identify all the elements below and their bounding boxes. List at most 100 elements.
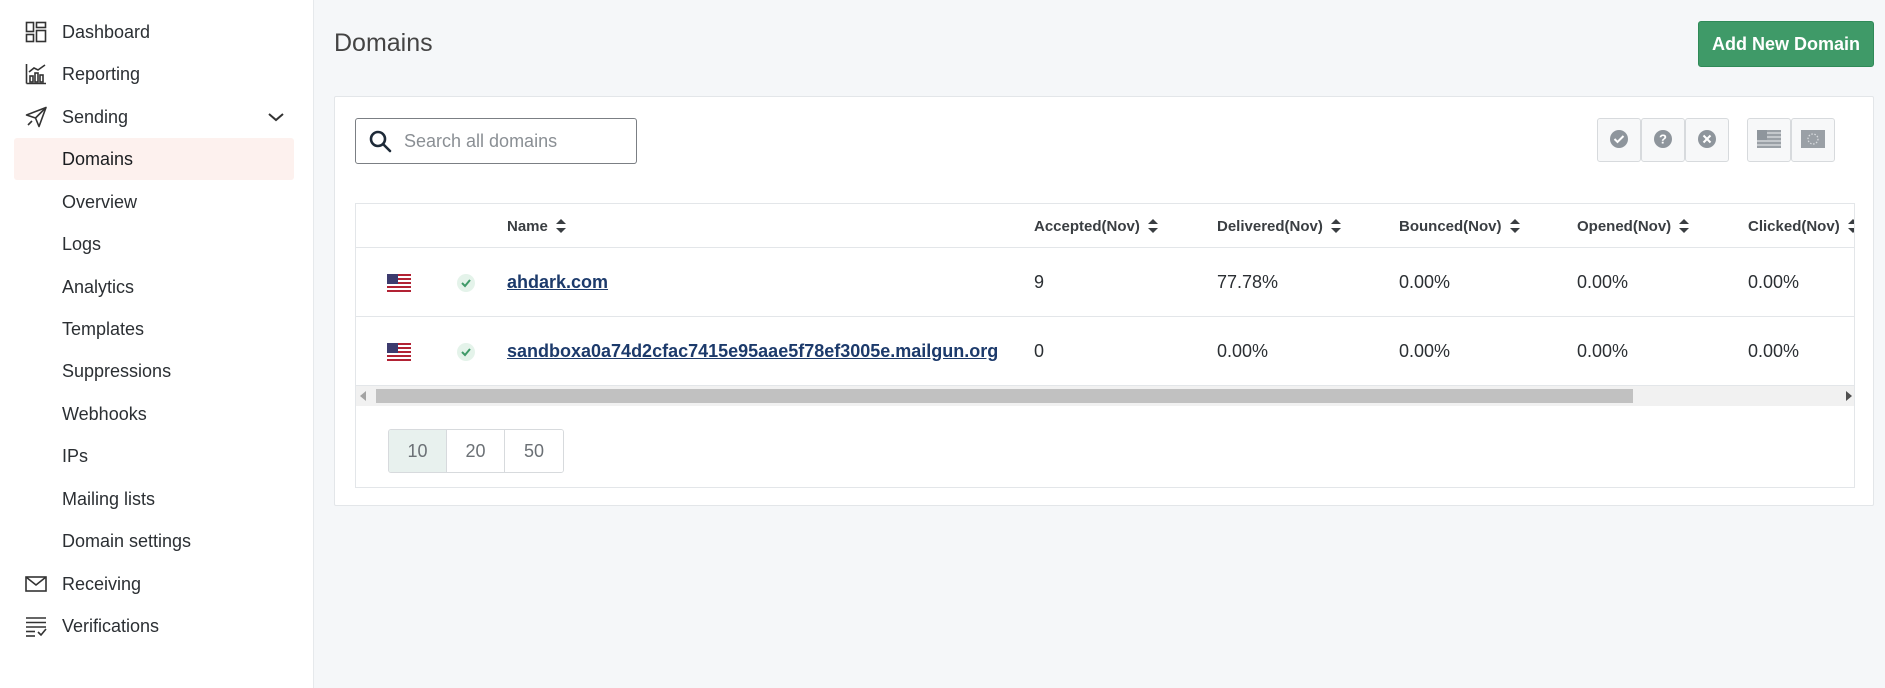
sidebar-item-domain-settings[interactable]: Domain settings <box>14 520 294 562</box>
filter-us-region-button[interactable] <box>1747 118 1791 162</box>
sidebar-item-dashboard[interactable]: Dashboard <box>14 11 294 53</box>
domains-panel: ? Name <box>334 96 1874 506</box>
table-row: sandboxa0a74d2cfac7415e95aae5f78ef3005e.… <box>356 317 1854 386</box>
column-label: Clicked(Nov) <box>1748 217 1840 235</box>
sidebar-item-analytics[interactable]: Analytics <box>14 266 294 308</box>
page-size-selector: 10 20 50 <box>388 429 564 473</box>
sidebar-item-label: Overview <box>62 191 138 212</box>
column-label: Bounced(Nov) <box>1399 217 1502 235</box>
sidebar-item-label: Webhooks <box>62 403 147 424</box>
sort-icon <box>1330 219 1341 233</box>
sidebar-item-mailing-lists[interactable]: Mailing lists <box>14 478 294 520</box>
accepted-cell: 9 <box>1034 272 1045 292</box>
column-header-bounced[interactable]: Bounced(Nov) <box>1399 204 1520 248</box>
column-label: Delivered(Nov) <box>1217 217 1323 235</box>
sidebar-item-templates[interactable]: Templates <box>14 308 294 350</box>
sort-icon <box>1679 219 1690 233</box>
checklist-icon <box>24 614 48 638</box>
svg-text:?: ? <box>1659 131 1667 146</box>
verified-check-icon <box>457 342 475 361</box>
column-label: Name <box>507 217 548 235</box>
column-label: Accepted(Nov) <box>1034 217 1140 235</box>
dashboard-icon <box>24 20 48 44</box>
filter-eu-region-button[interactable] <box>1791 118 1835 162</box>
column-header-name[interactable]: Name <box>507 204 566 248</box>
question-circle-icon: ? <box>1653 129 1673 152</box>
page-size-20[interactable]: 20 <box>447 430 505 472</box>
column-header-opened[interactable]: Opened(Nov) <box>1577 204 1690 248</box>
sidebar-item-label: Domain settings <box>62 530 192 551</box>
domains-table: Name Accepted(Nov) Delivered(Nov) Bounce… <box>355 203 1855 488</box>
scrollbar-thumb[interactable] <box>376 389 1633 403</box>
add-new-domain-button[interactable]: Add New Domain <box>1698 21 1874 67</box>
page-size-10[interactable]: 10 <box>389 430 447 472</box>
search-box[interactable] <box>355 118 637 164</box>
column-header-delivered[interactable]: Delivered(Nov) <box>1217 204 1341 248</box>
scroll-left-arrow-icon[interactable] <box>360 391 366 401</box>
sidebar-item-receiving[interactable]: Receiving <box>14 563 294 605</box>
eu-flag-icon <box>1801 129 1825 151</box>
domain-link[interactable]: ahdark.com <box>507 272 608 293</box>
sidebar-item-overview[interactable]: Overview <box>14 181 294 223</box>
sidebar-item-sending[interactable]: Sending <box>14 96 294 138</box>
filter-disabled-button[interactable] <box>1685 118 1729 162</box>
page-title: Domains <box>334 29 433 57</box>
paper-plane-icon <box>24 105 48 129</box>
us-flag-icon <box>387 273 411 292</box>
sort-icon <box>1847 219 1854 233</box>
sidebar-item-logs[interactable]: Logs <box>14 223 294 265</box>
sidebar-item-label: Receiving <box>62 573 142 594</box>
search-icon <box>368 129 392 153</box>
delivered-cell: 77.78% <box>1217 272 1279 292</box>
sidebar-item-domains[interactable]: Domains <box>14 138 294 180</box>
sidebar-item-webhooks[interactable]: Webhooks <box>14 393 294 435</box>
envelope-icon <box>24 572 48 596</box>
accepted-cell: 0 <box>1034 341 1045 361</box>
sidebar-item-label: Suppressions <box>62 360 172 381</box>
bounced-cell: 0.00% <box>1399 272 1451 292</box>
verified-check-icon <box>457 273 475 292</box>
sidebar-item-label: Reporting <box>62 63 141 84</box>
column-header-clicked[interactable]: Clicked(Nov) <box>1748 204 1854 248</box>
sidebar-item-label: Domains <box>62 148 134 169</box>
us-flag-icon <box>1757 129 1781 151</box>
horizontal-scrollbar[interactable] <box>356 386 1854 406</box>
bounced-cell: 0.00% <box>1399 341 1451 361</box>
us-flag-icon <box>387 342 411 361</box>
table-header: Name Accepted(Nov) Delivered(Nov) Bounce… <box>356 204 1854 248</box>
column-label: Opened(Nov) <box>1577 217 1672 235</box>
sidebar-item-suppressions[interactable]: Suppressions <box>14 350 294 392</box>
clicked-cell: 0.00% <box>1748 272 1800 292</box>
delivered-cell: 0.00% <box>1217 341 1269 361</box>
sidebar-item-label: Mailing lists <box>62 488 156 509</box>
domain-link[interactable]: sandboxa0a74d2cfac7415e95aae5f78ef3005e.… <box>507 341 998 362</box>
sidebar-item-label: Dashboard <box>62 21 151 42</box>
search-input[interactable] <box>404 130 624 152</box>
opened-cell: 0.00% <box>1577 341 1629 361</box>
sort-icon <box>1509 219 1520 233</box>
region-cell <box>387 248 411 317</box>
domain-name-cell: ahdark.com <box>507 248 608 317</box>
filter-unverified-button[interactable]: ? <box>1641 118 1685 162</box>
sidebar-item-verifications[interactable]: Verifications <box>14 605 294 647</box>
sidebar-item-label: Logs <box>62 233 102 254</box>
clicked-cell: 0.00% <box>1748 341 1800 361</box>
page-size-50[interactable]: 50 <box>505 430 563 472</box>
sort-icon <box>1147 219 1158 233</box>
domain-name-cell: sandboxa0a74d2cfac7415e95aae5f78ef3005e.… <box>507 317 998 386</box>
x-circle-icon <box>1697 129 1717 152</box>
status-cell <box>456 248 476 317</box>
chevron-down-icon[interactable] <box>266 107 286 127</box>
sidebar-item-reporting[interactable]: Reporting <box>14 53 294 95</box>
sidebar-item-label: Sending <box>62 106 129 127</box>
scroll-right-arrow-icon[interactable] <box>1846 391 1852 401</box>
region-cell <box>387 317 411 386</box>
chart-icon <box>24 62 48 86</box>
sidebar-item-label: Verifications <box>62 615 160 636</box>
column-header-accepted[interactable]: Accepted(Nov) <box>1034 204 1158 248</box>
sidebar-item-label: Analytics <box>62 276 135 297</box>
sidebar-item-label: Templates <box>62 318 145 339</box>
filter-active-button[interactable] <box>1597 118 1641 162</box>
table-row: ahdark.com 9 77.78% 0.00% 0.00% 0.00% <box>356 248 1854 317</box>
sidebar-item-ips[interactable]: IPs <box>14 435 294 477</box>
